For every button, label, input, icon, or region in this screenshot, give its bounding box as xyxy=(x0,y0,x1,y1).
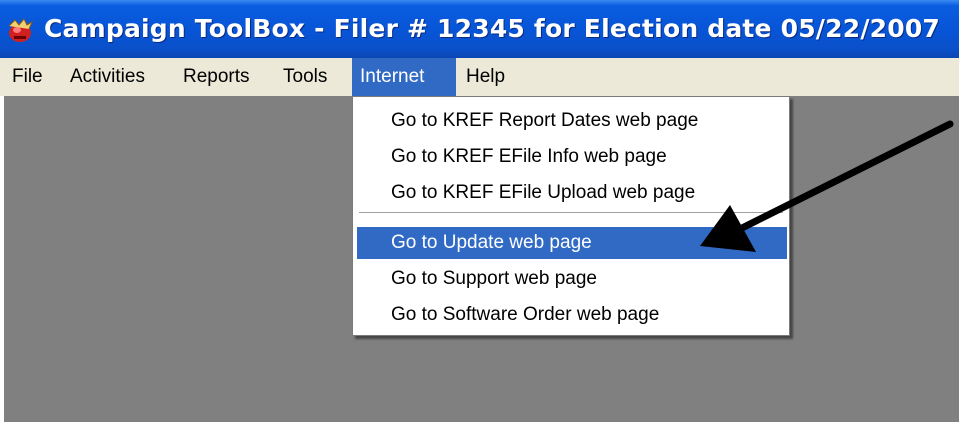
menu-file[interactable]: File xyxy=(4,58,51,96)
menu-separator xyxy=(359,212,783,214)
menu-item-kref-report-dates[interactable]: Go to KREF Report Dates web page xyxy=(357,105,787,137)
menu-item-update[interactable]: Go to Update web page xyxy=(357,227,787,259)
menu-item-software-order[interactable]: Go to Software Order web page xyxy=(357,299,787,331)
title-bar[interactable]: Campaign ToolBox - Filer # 12345 for Ele… xyxy=(0,0,959,58)
internet-menu-dropdown: Go to KREF Report Dates web page Go to K… xyxy=(352,96,790,336)
menu-internet[interactable]: Internet xyxy=(352,58,456,96)
menu-reports[interactable]: Reports xyxy=(175,58,258,96)
menu-help[interactable]: Help xyxy=(458,58,513,96)
menu-tools[interactable]: Tools xyxy=(275,58,335,96)
app-logo-icon xyxy=(8,18,34,42)
menu-item-support[interactable]: Go to Support web page xyxy=(357,263,787,295)
menu-activities[interactable]: Activities xyxy=(62,58,153,96)
menu-bar: File Activities Reports Tools Internet H… xyxy=(0,58,959,96)
menu-item-kref-efile-info[interactable]: Go to KREF EFile Info web page xyxy=(357,141,787,173)
menu-item-kref-efile-upload[interactable]: Go to KREF EFile Upload web page xyxy=(357,177,787,209)
window-title: Campaign ToolBox - Filer # 12345 for Ele… xyxy=(44,14,941,43)
